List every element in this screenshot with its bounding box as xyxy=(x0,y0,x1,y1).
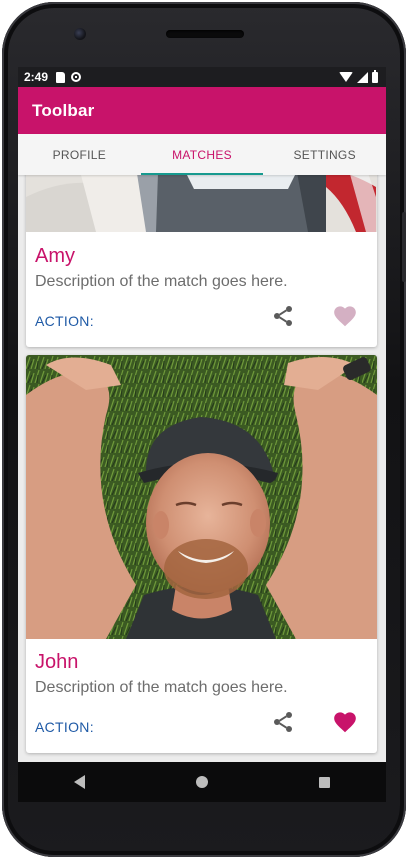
match-photo xyxy=(26,355,377,639)
match-photo xyxy=(26,175,377,232)
action-label[interactable]: ACTION: xyxy=(35,719,94,735)
matches-list[interactable]: Amy Description of the match goes here. … xyxy=(18,175,386,762)
app-screen: 2:49 Toolbar PROFILE MATCHES SETTINGS Am… xyxy=(18,67,386,762)
action-label[interactable]: ACTION: xyxy=(35,313,94,329)
match-card: Amy Description of the match goes here. … xyxy=(26,175,377,347)
status-bar: 2:49 xyxy=(18,67,386,87)
share-button[interactable] xyxy=(269,302,297,330)
match-name: Amy xyxy=(35,245,75,267)
sd-card-icon xyxy=(56,71,66,83)
share-icon xyxy=(274,712,292,732)
heart-icon xyxy=(334,712,356,733)
heart-icon xyxy=(334,306,356,327)
toolbar: Toolbar xyxy=(18,87,386,134)
match-name: John xyxy=(35,651,79,673)
john-photo-image xyxy=(26,355,377,639)
tab-bar: PROFILE MATCHES SETTINGS xyxy=(18,134,386,175)
sync-icon xyxy=(71,72,82,82)
status-time: 2:49 xyxy=(24,70,49,84)
battery-icon xyxy=(372,69,378,83)
share-button[interactable] xyxy=(269,708,297,736)
amy-photo-image xyxy=(26,175,377,232)
tab-matches[interactable]: MATCHES xyxy=(140,134,264,175)
match-description: Description of the match goes here. xyxy=(35,679,288,696)
back-icon[interactable] xyxy=(73,775,85,789)
favorite-button[interactable] xyxy=(331,707,359,735)
recents-icon[interactable] xyxy=(319,776,331,788)
match-card: John Description of the match goes here.… xyxy=(26,355,377,753)
front-camera xyxy=(74,28,86,40)
match-description: Description of the match goes here. xyxy=(35,273,288,290)
tab-profile[interactable]: PROFILE xyxy=(18,134,141,175)
favorite-button[interactable] xyxy=(331,301,359,329)
system-navigation-bar xyxy=(18,762,386,802)
tab-settings[interactable]: SETTINGS xyxy=(263,134,386,175)
share-icon xyxy=(274,306,292,326)
cell-signal-icon xyxy=(357,71,368,83)
toolbar-title: Toolbar xyxy=(32,100,95,120)
earpiece-speaker xyxy=(166,30,244,38)
power-button xyxy=(402,212,406,282)
home-icon[interactable] xyxy=(195,776,208,788)
wifi-icon xyxy=(339,72,353,82)
